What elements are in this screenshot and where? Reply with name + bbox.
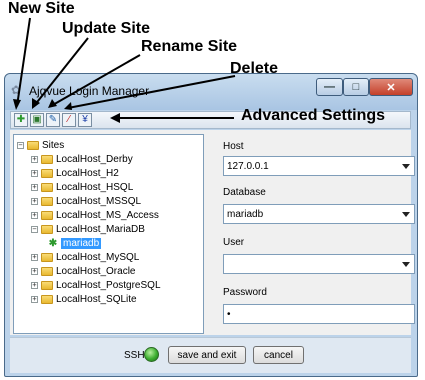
password-label: Password bbox=[223, 287, 267, 298]
tree-item-label: LocalHost_Oracle bbox=[56, 266, 136, 277]
sites-tree[interactable]: − Sites + LocalHost_Derby + LocalHost_H2… bbox=[13, 134, 204, 334]
window-title: Ajqvue Login Manager bbox=[29, 84, 150, 98]
expand-icon[interactable]: + bbox=[31, 156, 38, 163]
tree-item[interactable]: + LocalHost_MySQL bbox=[31, 251, 139, 264]
user-select[interactable] bbox=[223, 254, 415, 274]
tree-item-label: mariadb bbox=[61, 238, 102, 249]
host-value: 127.0.0.1 bbox=[227, 160, 269, 172]
rename-site-icon: ✎ bbox=[48, 114, 58, 125]
callout-rename-site: Rename Site bbox=[141, 38, 238, 55]
expand-icon[interactable]: + bbox=[31, 254, 38, 261]
maximize-button[interactable]: □ bbox=[343, 78, 369, 96]
expand-icon[interactable]: + bbox=[31, 184, 38, 191]
collapse-icon[interactable]: − bbox=[31, 226, 38, 233]
maximize-icon: □ bbox=[352, 81, 360, 93]
tree-item-label: LocalHost_SQLite bbox=[56, 294, 137, 305]
tree-item-label: LocalHost_MS_Access bbox=[56, 210, 159, 221]
tree-root-label: Sites bbox=[42, 140, 65, 151]
tree-item[interactable]: + LocalHost_H2 bbox=[31, 167, 119, 180]
folder-icon bbox=[41, 183, 53, 192]
new-site-icon: ✚ bbox=[16, 114, 26, 125]
collapse-icon[interactable]: − bbox=[17, 142, 24, 149]
host-label: Host bbox=[223, 141, 244, 152]
database-label: Database bbox=[223, 187, 266, 198]
folder-icon bbox=[27, 141, 39, 150]
database-icon: ✱ bbox=[48, 237, 58, 249]
chevron-down-icon[interactable] bbox=[402, 212, 410, 217]
tree-item-label: LocalHost_MariaDB bbox=[56, 224, 145, 235]
expand-icon[interactable]: + bbox=[31, 268, 38, 275]
tree-item-label: LocalHost_HSQL bbox=[56, 182, 134, 193]
folder-icon bbox=[41, 169, 53, 178]
tree-item[interactable]: + LocalHost_HSQL bbox=[31, 181, 133, 194]
page: ✿ Ajqvue Login Manager — □ ✕ ✚ ▣ ✎ ⁄ ¥ −… bbox=[0, 0, 425, 380]
tree-item[interactable]: + LocalHost_MS_Access bbox=[31, 209, 159, 222]
chevron-down-icon[interactable] bbox=[402, 164, 410, 169]
callout-new-site: New Site bbox=[8, 0, 75, 17]
tree-item-label: LocalHost_Derby bbox=[56, 154, 133, 165]
password-field[interactable]: • bbox=[223, 304, 415, 324]
close-button[interactable]: ✕ bbox=[369, 78, 413, 96]
tree-item-label: LocalHost_MySQL bbox=[56, 252, 140, 263]
expand-icon[interactable]: + bbox=[31, 282, 38, 289]
rename-site-button[interactable]: ✎ bbox=[46, 113, 60, 127]
update-site-icon: ▣ bbox=[32, 114, 42, 125]
cancel-button[interactable]: cancel bbox=[253, 346, 304, 364]
tree-item-label: LocalHost_PostgreSQL bbox=[56, 280, 161, 291]
folder-icon bbox=[41, 211, 53, 220]
expand-icon[interactable]: + bbox=[31, 198, 38, 205]
new-site-button[interactable]: ✚ bbox=[14, 113, 28, 127]
minimize-button[interactable]: — bbox=[316, 78, 343, 96]
tree-item[interactable]: + LocalHost_MSSQL bbox=[31, 195, 141, 208]
advanced-settings-button[interactable]: ¥ bbox=[78, 113, 92, 127]
callout-delete: Delete bbox=[230, 60, 279, 77]
folder-icon bbox=[41, 295, 53, 304]
folder-icon bbox=[41, 281, 53, 290]
tree-item-label: LocalHost_H2 bbox=[56, 168, 119, 179]
password-value: • bbox=[227, 308, 231, 320]
tree-item[interactable]: + LocalHost_Oracle bbox=[31, 265, 135, 278]
app-icon: ✿ bbox=[11, 83, 22, 97]
database-select[interactable]: mariadb bbox=[223, 204, 415, 224]
database-value: mariadb bbox=[227, 208, 264, 220]
host-select[interactable]: 127.0.0.1 bbox=[223, 156, 415, 176]
tree-item-label: LocalHost_MSSQL bbox=[56, 196, 142, 207]
minimize-icon: — bbox=[324, 81, 335, 93]
folder-icon bbox=[41, 253, 53, 262]
delete-button[interactable]: ⁄ bbox=[62, 113, 76, 127]
tree-root[interactable]: − Sites bbox=[17, 139, 64, 152]
title-bar[interactable]: ✿ Ajqvue Login Manager — □ ✕ bbox=[5, 74, 417, 110]
close-icon: ✕ bbox=[386, 81, 396, 94]
bottom-bar: SSH save and exit cancel bbox=[10, 337, 411, 373]
expand-icon[interactable]: + bbox=[31, 212, 38, 219]
tree-item[interactable]: + LocalHost_SQLite bbox=[31, 293, 137, 306]
callout-advanced-settings: Advanced Settings bbox=[241, 107, 386, 124]
tree-item-selected[interactable]: ✱ mariadb bbox=[48, 237, 102, 250]
folder-icon bbox=[41, 197, 53, 206]
expand-icon[interactable]: + bbox=[31, 170, 38, 177]
tree-item[interactable]: + LocalHost_Derby bbox=[31, 153, 133, 166]
content-panel: − Sites + LocalHost_Derby + LocalHost_H2… bbox=[10, 130, 415, 335]
advanced-settings-icon: ¥ bbox=[82, 114, 88, 125]
folder-icon bbox=[41, 267, 53, 276]
chevron-down-icon[interactable] bbox=[402, 262, 410, 267]
update-site-button[interactable]: ▣ bbox=[30, 113, 44, 127]
ssh-label: SSH bbox=[124, 350, 145, 361]
delete-icon: ⁄ bbox=[68, 114, 70, 125]
callout-update-site: Update Site bbox=[62, 20, 151, 37]
user-label: User bbox=[223, 237, 245, 248]
folder-icon bbox=[41, 225, 53, 234]
tree-item[interactable]: − LocalHost_MariaDB bbox=[31, 223, 145, 236]
folder-icon bbox=[41, 155, 53, 164]
ssh-status-icon[interactable] bbox=[144, 347, 159, 362]
tree-item[interactable]: + LocalHost_PostgreSQL bbox=[31, 279, 161, 292]
save-and-exit-button[interactable]: save and exit bbox=[168, 346, 246, 364]
expand-icon[interactable]: + bbox=[31, 296, 38, 303]
